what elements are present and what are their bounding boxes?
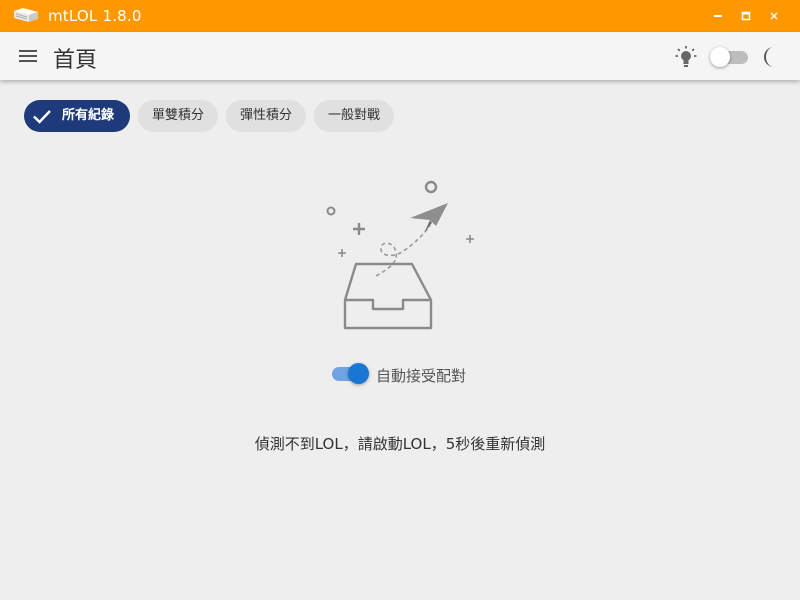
minimize-button[interactable] [708, 6, 728, 26]
chip-label: 所有紀錄 [62, 108, 115, 123]
chip-label: 單雙積分 [151, 108, 204, 123]
minimize-icon [714, 15, 722, 17]
moon-icon [764, 47, 774, 67]
maximize-button[interactable] [736, 6, 756, 26]
auto-accept-toggle[interactable] [330, 362, 370, 386]
hamburger-menu-icon[interactable] [16, 44, 40, 68]
chip-ranked-solo-duo[interactable]: 單雙積分 [138, 100, 218, 132]
close-button[interactable] [764, 6, 784, 26]
checkmark-icon [33, 110, 51, 124]
auto-accept-label: 自動接受配對 [376, 367, 467, 385]
chip-normal-game[interactable]: 一般對戰 [314, 100, 394, 132]
dark-mode-toggle[interactable] [708, 47, 750, 67]
window-title: mtLOL 1.8.0 [48, 7, 142, 25]
chip-ranked-flex[interactable]: 彈性積分 [226, 100, 306, 132]
app-bar: 首頁 [0, 32, 800, 80]
status-message: 偵測不到LOL，請啟動LOL，5秒後重新偵測 [254, 435, 546, 453]
page-title: 首頁 [53, 48, 98, 73]
maximize-icon [741, 11, 751, 21]
app-logo-icon [14, 8, 38, 22]
lightbulb-icon [675, 46, 697, 67]
title-bar: mtLOL 1.8.0 [0, 0, 800, 32]
chip-all-records[interactable]: 所有紀錄 [24, 100, 130, 132]
paper-plane-inbox-illustration [326, 180, 474, 330]
toggle-thumb [710, 47, 730, 67]
chip-label: 一般對戰 [327, 108, 380, 123]
close-icon [770, 12, 778, 20]
chip-label: 彈性積分 [239, 108, 292, 123]
toggle-thumb [348, 363, 369, 384]
